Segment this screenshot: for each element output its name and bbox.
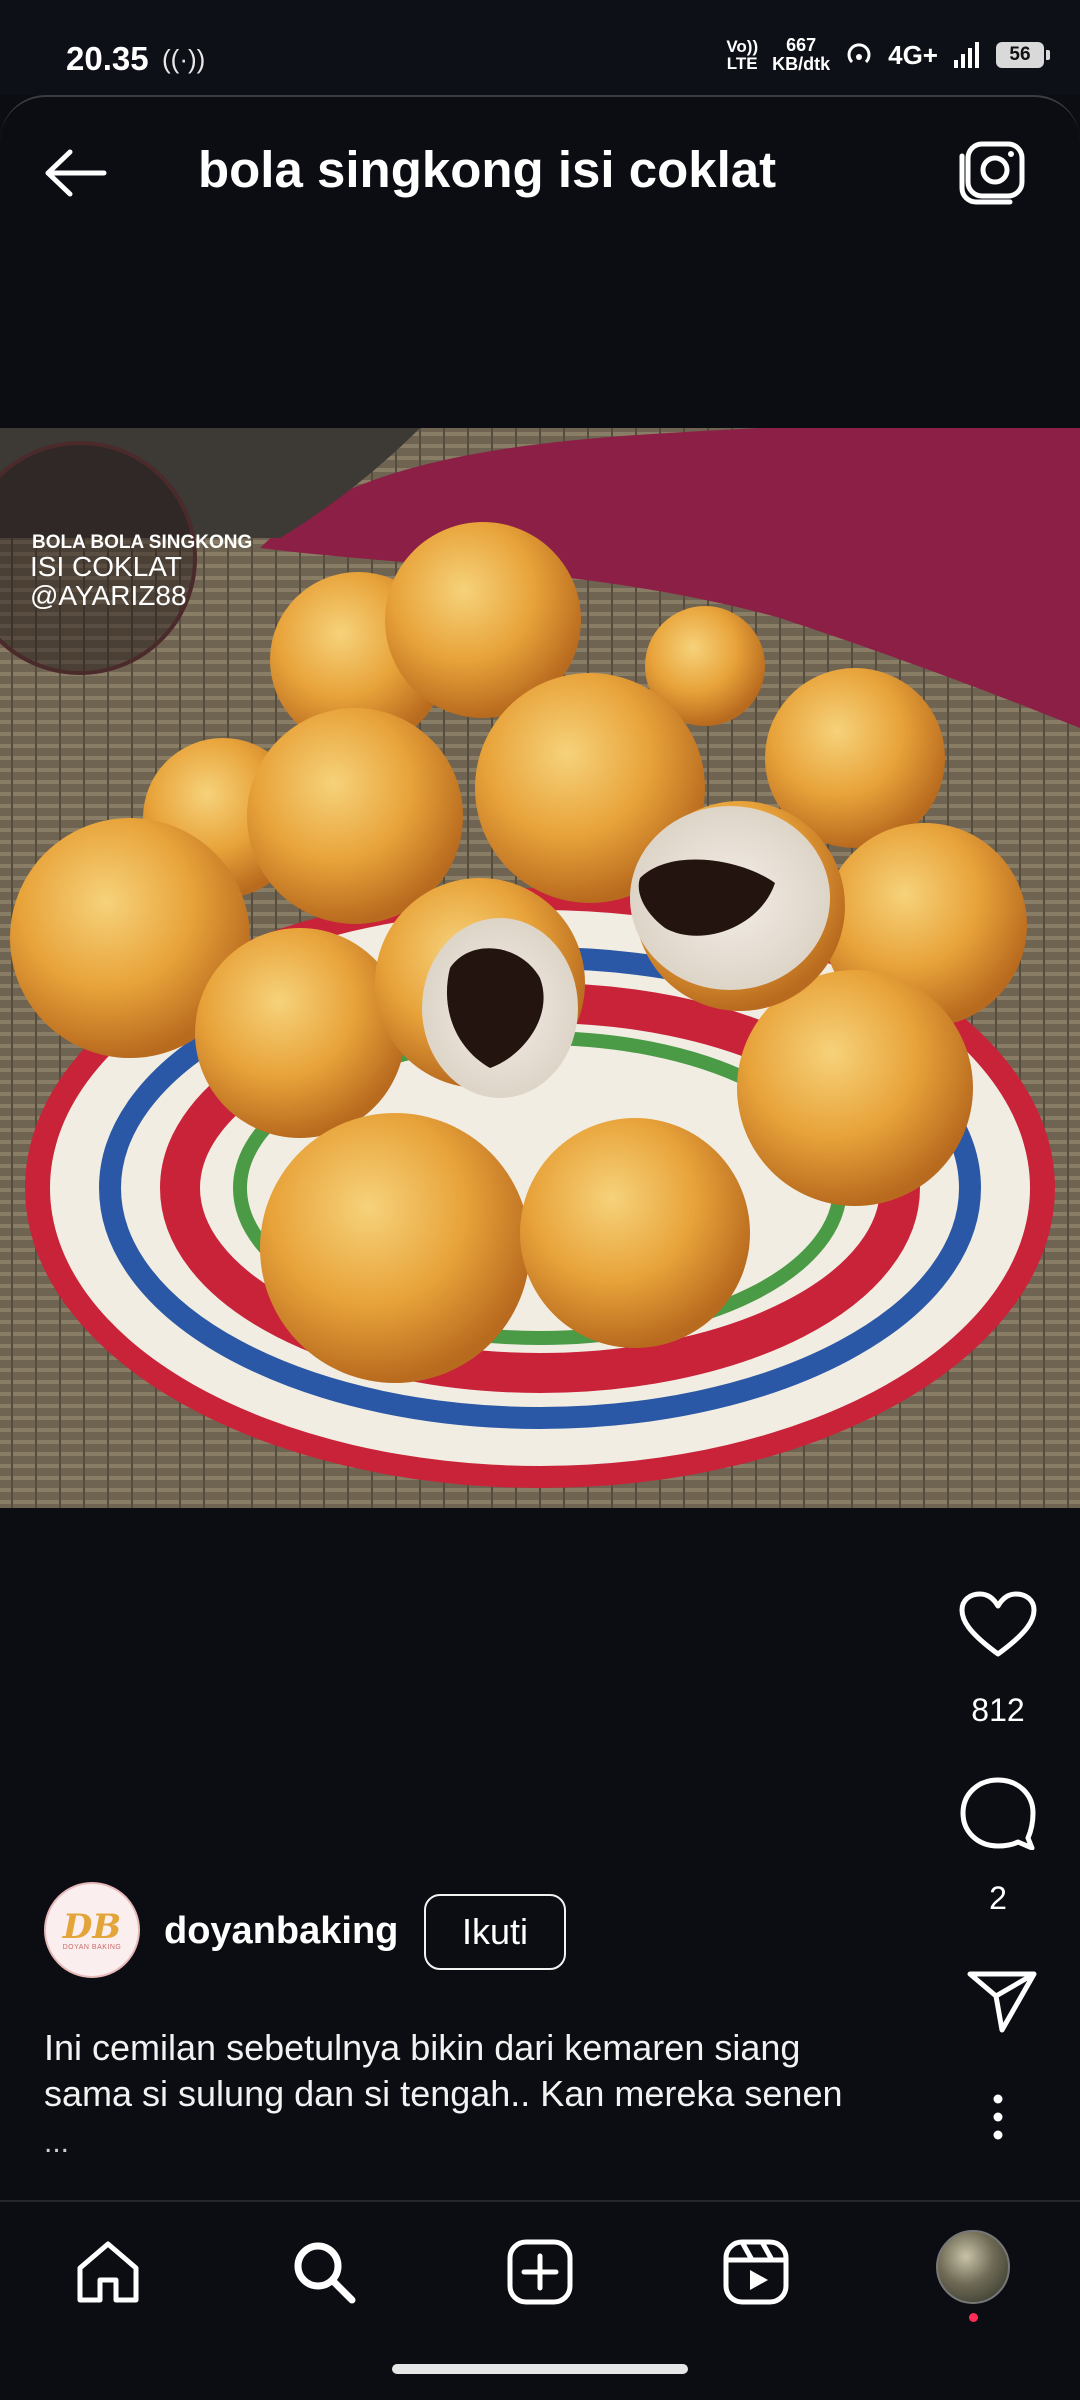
- hotspot-icon: ((·)): [162, 44, 206, 74]
- back-arrow-icon[interactable]: [44, 148, 108, 198]
- volte-indicator: Vo)) LTE: [726, 38, 758, 72]
- overlay-line3: @AYARIZ88: [30, 580, 187, 611]
- speed-value: 667: [786, 35, 817, 55]
- home-indicator[interactable]: [392, 2364, 688, 2374]
- signal-icon: [954, 42, 979, 68]
- home-icon[interactable]: [72, 2236, 144, 2308]
- comment-count[interactable]: 2: [938, 1880, 1058, 1917]
- caption-more[interactable]: ...: [44, 2126, 69, 2160]
- camera-icon[interactable]: [958, 140, 1028, 206]
- share-send-icon[interactable]: [962, 1968, 1042, 2034]
- reels-icon[interactable]: [720, 2236, 792, 2308]
- volte-bottom: LTE: [726, 54, 758, 73]
- search-icon[interactable]: [288, 2236, 360, 2308]
- like-heart-icon[interactable]: [958, 1590, 1038, 1660]
- avatar-subtext: DOYAN BAKING: [62, 1943, 122, 1951]
- author-username[interactable]: doyanbaking: [164, 1910, 398, 1953]
- caption-line: sama si sulung dan si tengah.. Kan merek…: [44, 2073, 843, 2114]
- author-avatar[interactable]: DB DOYAN BAKING: [44, 1882, 140, 1978]
- status-bar: 20.35 ((·)) Vo)) LTE 667 KB/dtk 4G+ 56: [0, 0, 1080, 95]
- battery-indicator: 56: [996, 42, 1050, 68]
- network-type: 4G+: [888, 39, 938, 70]
- speed-unit: KB/dtk: [772, 54, 831, 74]
- post-caption[interactable]: Ini cemilan sebetulnya bikin dari kemare…: [44, 2025, 944, 2117]
- profile-avatar[interactable]: [936, 2230, 1010, 2304]
- caption-line: Ini cemilan sebetulnya bikin dari kemare…: [44, 2027, 801, 2068]
- wifi-hotspot-icon: [847, 43, 871, 64]
- comment-bubble-icon[interactable]: [958, 1776, 1038, 1850]
- follow-button[interactable]: Ikuti: [424, 1894, 566, 1970]
- post-image[interactable]: BOLA BOLA SINGKONG ISI COKLAT @AYARIZ88: [0, 428, 1080, 1508]
- create-post-icon[interactable]: [504, 2236, 576, 2308]
- avatar-initials: DB: [62, 1906, 122, 1947]
- like-count[interactable]: 812: [938, 1692, 1058, 1729]
- network-speed: 667 KB/dtk: [772, 36, 830, 74]
- overlay-line2: ISI COKLAT: [30, 551, 182, 582]
- status-time: 20.35: [66, 40, 149, 77]
- food-illustration: BOLA BOLA SINGKONG ISI COKLAT @AYARIZ88: [0, 428, 1080, 1508]
- overlay-line1: BOLA BOLA SINGKONG: [32, 532, 252, 553]
- more-options-icon[interactable]: [976, 2094, 1020, 2140]
- volte-top: Vo)): [726, 37, 759, 56]
- status-indicators: Vo)) LTE 667 KB/dtk 4G+ 56: [726, 36, 1050, 74]
- notification-dot: [969, 2313, 978, 2322]
- page-title: bola singkong isi coklat: [198, 141, 777, 198]
